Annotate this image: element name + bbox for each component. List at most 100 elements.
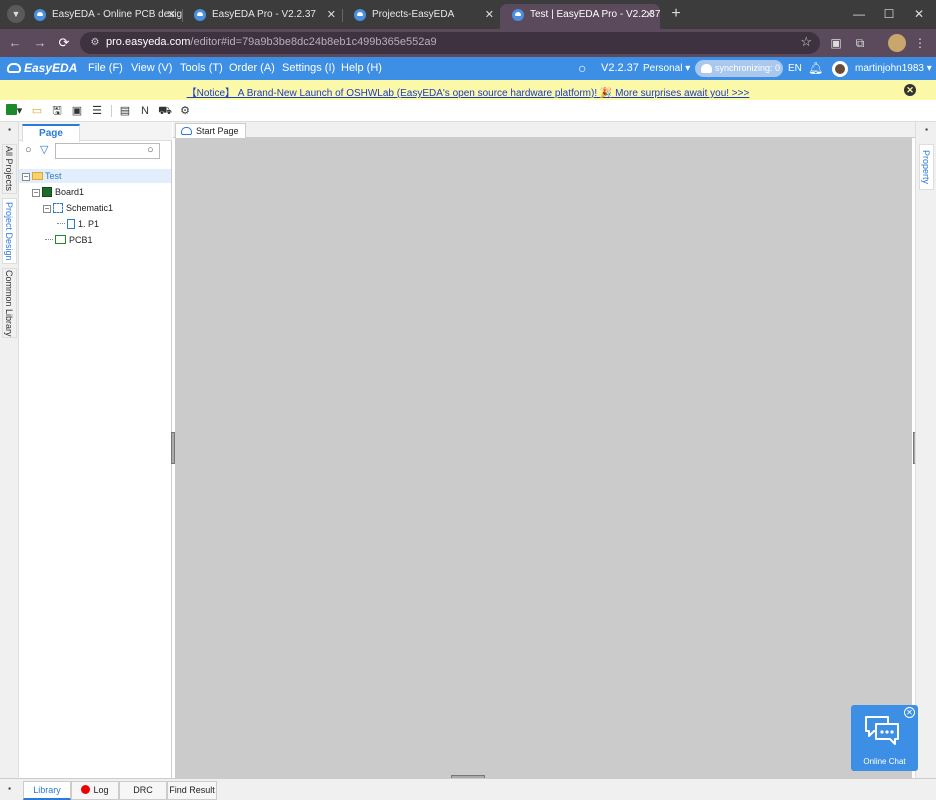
save-as-icon[interactable]: ▣ — [70, 104, 84, 118]
site-info-icon[interactable]: ⚙ — [88, 36, 102, 50]
error-dot-icon — [81, 785, 91, 794]
easyeda-favicon-icon — [194, 9, 206, 21]
tab-property[interactable]: Property — [919, 144, 934, 190]
tree-item-schematic[interactable]: − Schematic1 — [43, 201, 113, 215]
maximize-icon[interactable]: ☐ — [874, 4, 904, 24]
tab-log[interactable]: Log — [71, 781, 119, 800]
chevron-down-icon: ▾ — [926, 63, 932, 74]
new-icon — [5, 104, 17, 115]
new-project-button[interactable]: ▾ — [4, 104, 24, 118]
tab-find-result[interactable]: Find Result — [167, 781, 217, 800]
tree-item-project[interactable]: − Test — [19, 169, 171, 183]
close-icon[interactable]: ✕ — [167, 4, 176, 26]
app-logo[interactable]: EasyEDA — [7, 61, 77, 75]
tab-common-library[interactable]: Common Library — [2, 268, 17, 338]
find-icon[interactable]: ☰ — [90, 104, 104, 118]
language-switch[interactable]: EN — [788, 63, 802, 74]
close-icon[interactable]: ✕ — [904, 707, 915, 718]
app-header: EasyEDA File (F) View (V) Tools (T) Orde… — [0, 57, 936, 80]
tab-drc[interactable]: DRC — [119, 781, 167, 800]
forward-icon[interactable]: → — [32, 35, 48, 51]
pin-icon[interactable]: ▪ — [0, 125, 19, 139]
minimize-icon[interactable]: — — [844, 4, 874, 24]
username-label: martinjohn1983 — [855, 63, 924, 74]
back-icon[interactable]: ← — [7, 35, 23, 51]
user-menu[interactable]: martinjohn1983 ▾ — [855, 63, 932, 74]
new-tab-icon[interactable]: + — [666, 4, 686, 24]
pin-icon[interactable]: ▪ — [0, 784, 19, 798]
menu-file[interactable]: File (F) — [88, 62, 123, 74]
menu-settings[interactable]: Settings (I) — [282, 62, 335, 74]
bom-icon[interactable]: ▤ — [118, 104, 132, 118]
close-icon[interactable]: ✕ — [645, 4, 654, 26]
open-folder-icon[interactable]: ▭ — [30, 104, 44, 118]
search-icon[interactable]: ○ — [25, 144, 32, 156]
notice-close-icon[interactable]: ✕ — [904, 84, 916, 96]
browser-tab-3[interactable]: Projects-EasyEDA ✕ — [342, 4, 500, 29]
browser-tabstrip: ▼ EasyEDA - Online PCB design ✕ EasyEDA … — [0, 0, 936, 29]
online-chat-widget[interactable]: ✕ Online Chat — [851, 705, 918, 771]
collapse-icon[interactable]: − — [43, 205, 51, 213]
user-avatar[interactable] — [832, 61, 848, 77]
sync-status-badge[interactable]: synchronizing: 0 — [695, 60, 783, 77]
editor-canvas[interactable] — [175, 138, 912, 778]
url-text[interactable]: pro.easyeda.com/editor#id=79a9b3be8dc24b… — [106, 36, 437, 48]
omnibox[interactable]: ⚙ pro.easyeda.com/editor#id=79a9b3be8dc2… — [80, 32, 820, 54]
gear-icon[interactable]: ⚙ — [178, 104, 192, 118]
tab-group-icon[interactable]: ▣ — [828, 35, 844, 51]
pin-icon[interactable]: ▪ — [917, 125, 936, 139]
sync-label: synchronizing: 0 — [715, 63, 781, 73]
menu-tools[interactable]: Tools (T) — [180, 62, 223, 74]
tab-page[interactable]: Page — [22, 124, 80, 142]
tree-item-label: Board1 — [55, 187, 85, 197]
tree-item-label: PCB1 — [69, 235, 93, 245]
panel-tabbar: Page — [19, 122, 172, 142]
save-icon[interactable]: 🖫︎ — [50, 104, 64, 118]
reload-icon[interactable]: ⟳ — [56, 35, 72, 51]
version-label: V2.2.37 — [601, 62, 639, 74]
browser-tab-1[interactable]: EasyEDA - Online PCB design ✕ — [22, 4, 182, 29]
menu-order[interactable]: Order (A) — [229, 62, 275, 74]
tab-all-projects[interactable]: All Projects — [2, 144, 17, 194]
chat-label: Online Chat — [863, 757, 906, 766]
browser-tab-title: EasyEDA Pro - V2.2.37 — [212, 9, 316, 20]
tab-project-design[interactable]: Project Design — [2, 198, 17, 264]
search-input[interactable] — [55, 143, 160, 159]
tree-item-page[interactable]: 1. P1 — [57, 217, 99, 231]
netlist-icon[interactable]: N — [138, 104, 152, 118]
folder-icon — [32, 172, 43, 180]
notification-bell-icon[interactable]: 🔔︎ — [808, 61, 823, 75]
window-close-icon[interactable]: ✕ — [904, 4, 934, 24]
filter-icon[interactable]: ▽ — [40, 143, 48, 156]
search-icon[interactable]: ○ — [578, 60, 586, 76]
tree-item-pcb[interactable]: PCB1 — [45, 233, 93, 247]
browser-tab-4-active[interactable]: Test | EasyEDA Pro - V2.2.37 ✕ — [500, 4, 660, 29]
extensions-icon[interactable]: ⧉ — [852, 35, 868, 51]
notice-link[interactable]: 【Notice】 A Brand-New Launch of OSHWLab (… — [0, 84, 936, 99]
browser-tab-2[interactable]: EasyEDA Pro - V2.2.37 ✕ — [182, 4, 342, 29]
profile-avatar-icon[interactable] — [888, 34, 906, 52]
easyeda-favicon-icon — [354, 9, 366, 21]
tab-library[interactable]: Library — [23, 781, 71, 800]
collapse-icon[interactable]: − — [32, 189, 40, 197]
board-icon — [42, 187, 52, 197]
browser-menu-icon[interactable]: ⋮ — [912, 35, 928, 51]
close-icon[interactable]: ✕ — [485, 4, 494, 26]
panel-search-row: ○ ▽ ○ — [23, 143, 160, 159]
address-bar: ← → ⟳ ⚙ pro.easyeda.com/editor#id=79a9b3… — [0, 29, 936, 57]
collapse-icon[interactable]: − — [22, 173, 30, 181]
close-icon[interactable]: ✕ — [327, 4, 336, 26]
tree-connector — [45, 239, 53, 240]
bottom-panel-bar: ▪ Library Log DRC Find Result — [0, 778, 936, 800]
menu-view[interactable]: View (V) — [131, 62, 172, 74]
tab-log-label: Log — [93, 785, 109, 795]
tab-start-page[interactable]: Start Page — [175, 123, 246, 138]
cart-icon[interactable]: ⛟ — [158, 104, 172, 118]
bookmark-star-icon[interactable]: ☆ — [800, 34, 812, 50]
workspace-select[interactable]: Personal ▾ — [643, 63, 690, 74]
easyeda-favicon-icon — [34, 9, 46, 21]
search-icon[interactable]: ○ — [147, 144, 154, 156]
menu-help[interactable]: Help (H) — [341, 62, 382, 74]
tree-item-board[interactable]: − Board1 — [32, 185, 84, 199]
tree-item-label: Schematic1 — [66, 203, 114, 213]
